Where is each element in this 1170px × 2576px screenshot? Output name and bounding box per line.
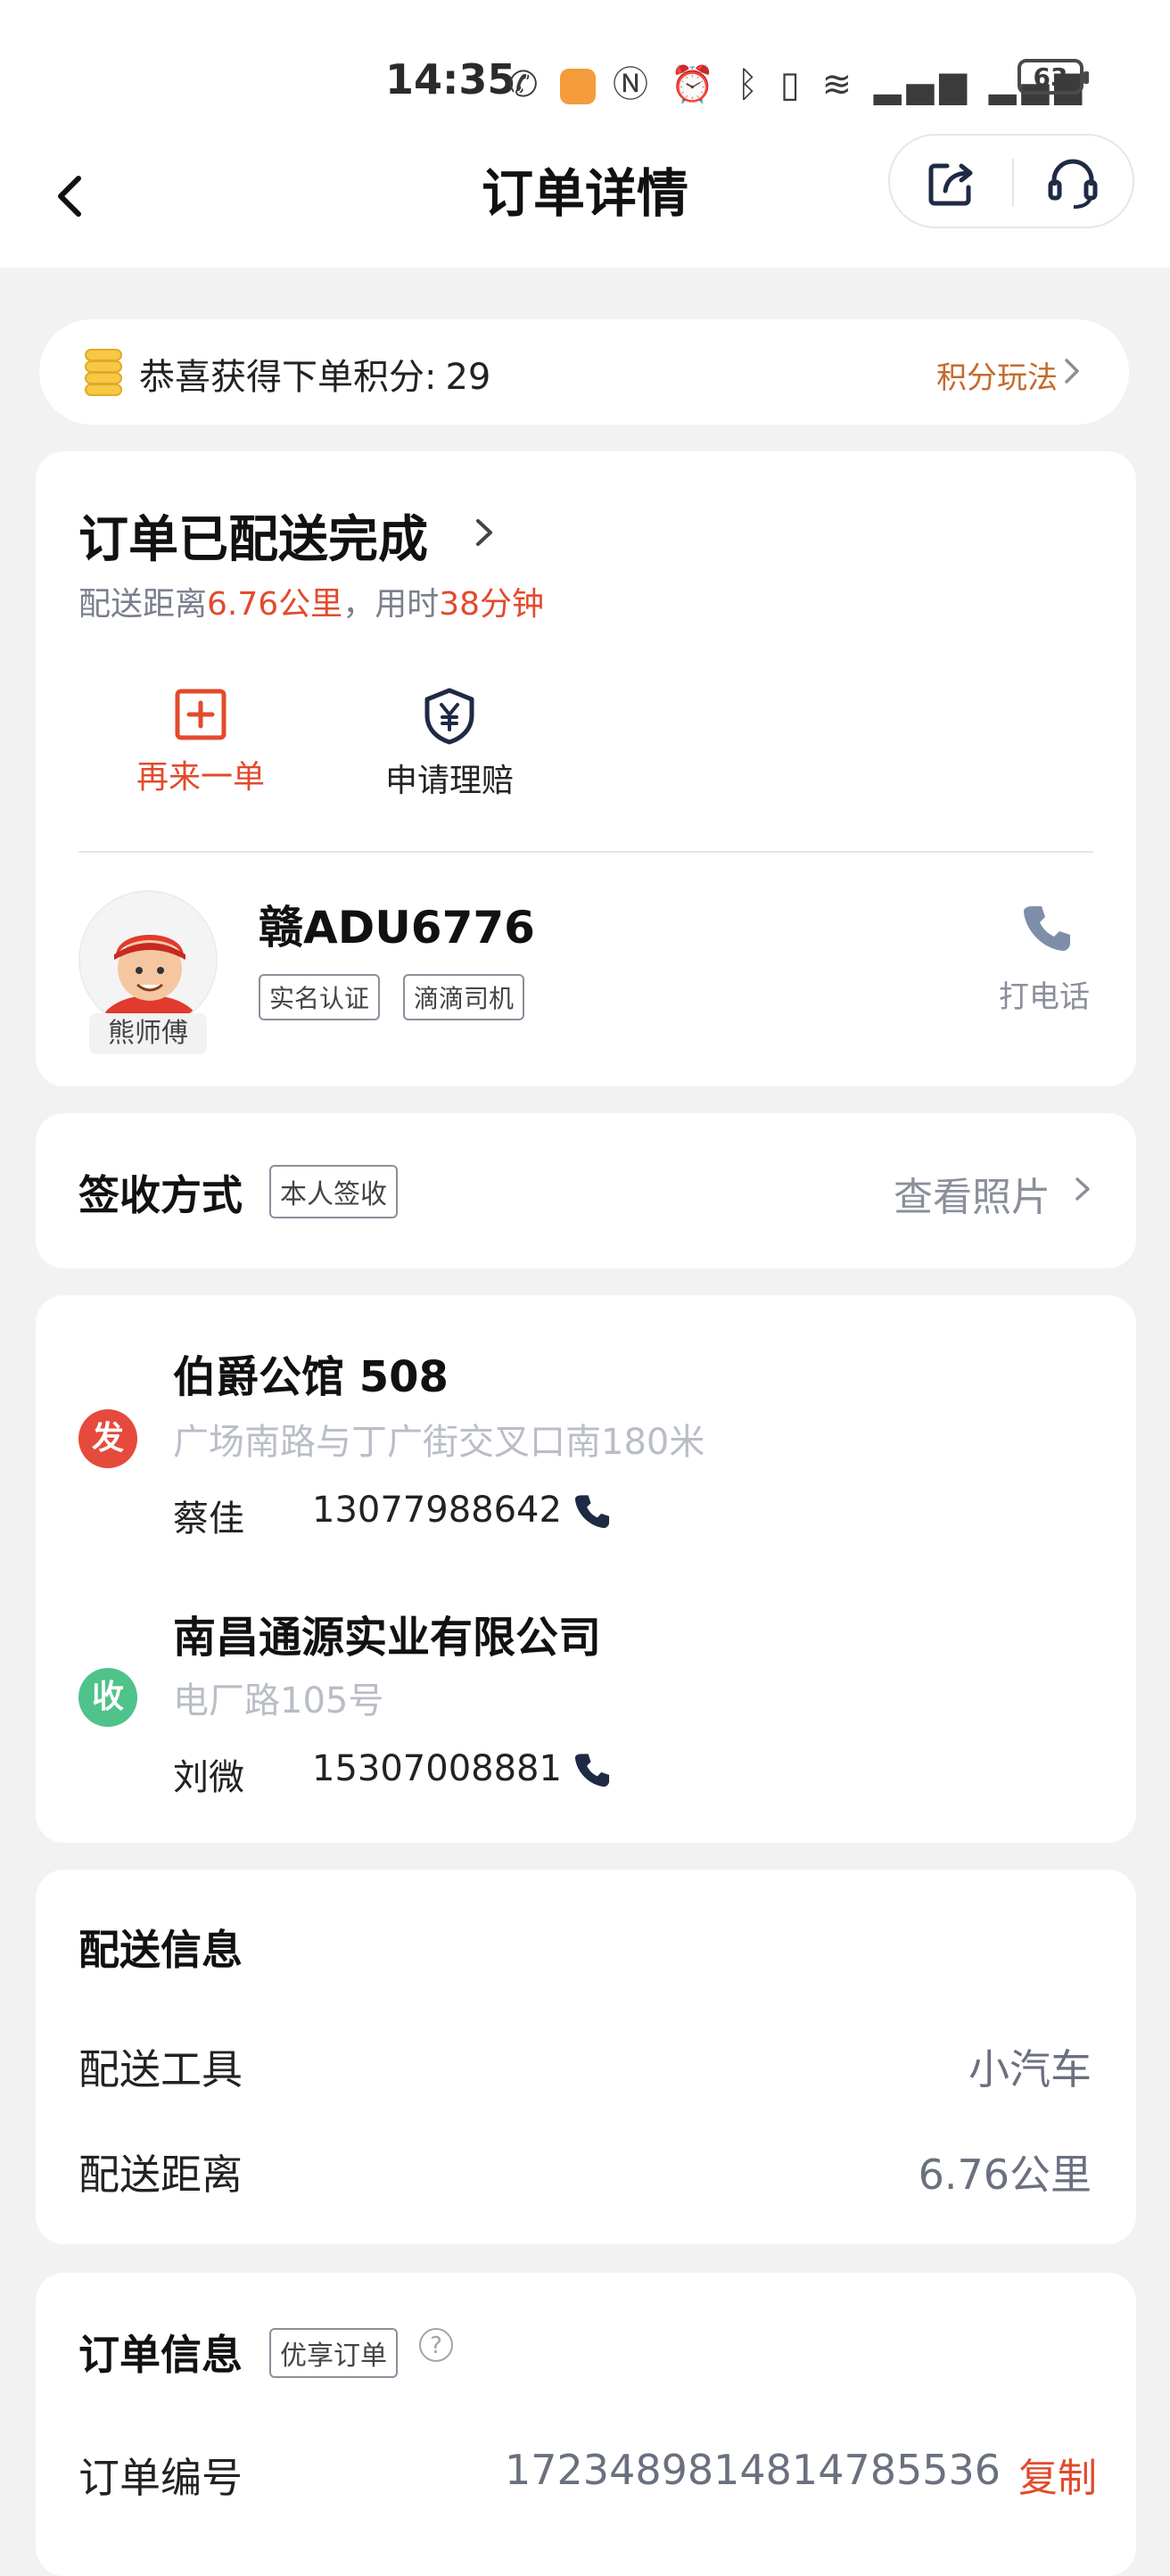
help-icon[interactable]: ? [419,2328,453,2362]
phone-icon[interactable] [573,1750,612,1789]
shield-yuan-icon [424,688,474,745]
order-status-summary: 配送距离6.76公里，用时38分钟 [78,578,544,624]
signing-method-label: 签收方式 [78,1171,243,1219]
status-icons: ✆ Ⓝ ⏰ ᛒ ▯ ≋ ▂▄▆ ▂▄▆ [508,55,1087,107]
sender-contact-name: 蔡佳 [173,1499,244,1540]
order-number-value: 1723489814814785536 [505,2446,1001,2494]
share-icon[interactable] [922,155,979,212]
order-info-card [36,2273,1136,2576]
didi-driver-tag: 滴滴司机 [403,974,525,1020]
wifi-icon: ≋ [821,64,858,105]
app-badge-icon [560,69,597,104]
call-driver-label[interactable]: 打电话 [999,972,1090,1016]
premium-order-tag: 优享订单 [269,2328,398,2378]
header-actions [888,134,1134,228]
receiver-badge: 收 [78,1668,137,1727]
verified-tag: 实名认证 [259,974,381,1020]
points-text: 恭喜获得下单积分: 29 [139,348,490,400]
vibrate-icon: ▯ [779,64,805,105]
distance-prefix: 配送距离 [78,586,208,623]
points-label: 恭喜获得下单积分: [139,357,437,398]
reorder-plus-icon [175,689,227,740]
time-prefix: ，用时 [342,586,440,623]
driver-avatar[interactable]: 熊师傅 [78,890,218,1054]
reorder-label: 再来一单 [136,759,265,796]
delivery-tool-value: 小汽车 [968,2045,1092,2093]
bluetooth-icon: ᛒ [737,64,764,105]
alarm-icon: ⏰ [670,64,721,105]
sender-address-detail: 广场南路与丁广街交叉口南180米 [173,1422,705,1463]
divider [78,851,1093,853]
view-photo-link[interactable]: 查看照片 [894,1165,1051,1222]
chevron-right-icon [1065,359,1079,384]
signing-method-tag: 本人签收 [269,1165,398,1218]
sender-badge: 发 [78,1409,137,1468]
delivery-info-title: 配送信息 [78,1926,243,1974]
phone-icon[interactable] [573,1491,612,1531]
sender-phone[interactable]: 13077988642 [312,1490,562,1531]
order-status-title[interactable]: 订单已配送完成 [78,500,428,572]
chevron-right-icon[interactable] [473,514,496,551]
phone-icon[interactable] [1020,901,1074,954]
claim-label: 申请理赔 [384,763,514,799]
copy-button[interactable]: 复制 [1018,2446,1097,2503]
avatar [78,890,218,1029]
driver-name: 熊师傅 [89,1013,207,1054]
points-rules-link[interactable]: 积分玩法 [936,353,1058,397]
driver-avatar-icon [100,935,200,1028]
claim-button[interactable]: 申请理赔 [360,687,539,801]
points-banner[interactable]: 恭喜获得下单积分: 29 积分玩法 [39,319,1129,425]
points-value: 29 [445,357,491,398]
receiver-contact-name: 刘微 [173,1757,244,1798]
missed-call-icon: ✆ [508,64,544,105]
chevron-right-icon[interactable] [1072,1172,1093,1206]
headset-icon[interactable] [1043,153,1102,212]
distance-value: 6.76公里 [207,586,343,623]
delivery-tool-label: 配送工具 [78,2045,243,2093]
header-divider [1012,159,1014,207]
receiver-phone[interactable]: 15307008881 [312,1748,562,1789]
order-info-title: 订单信息 [78,2331,243,2379]
battery-indicator: 63 [1018,59,1089,95]
license-plate: 赣ADU6776 [259,902,535,954]
order-number-label: 订单编号 [78,2454,243,2502]
nfc-icon: Ⓝ [612,64,654,105]
sender-address-name: 伯爵公馆 508 [173,1352,449,1402]
delivery-distance-label: 配送距离 [78,2151,243,2199]
receiver-address-detail: 电厂路105号 [173,1680,384,1721]
reorder-button[interactable]: 再来一单 [116,687,285,797]
receiver-address-name: 南昌通源实业有限公司 [173,1613,602,1663]
duration-value: 38分钟 [439,586,545,623]
coins-icon [85,349,122,396]
delivery-distance-value: 6.76公里 [918,2151,1092,2199]
status-time: 14:35 [385,55,516,103]
signal-4g-icon: ▂▄▆ [873,64,973,105]
